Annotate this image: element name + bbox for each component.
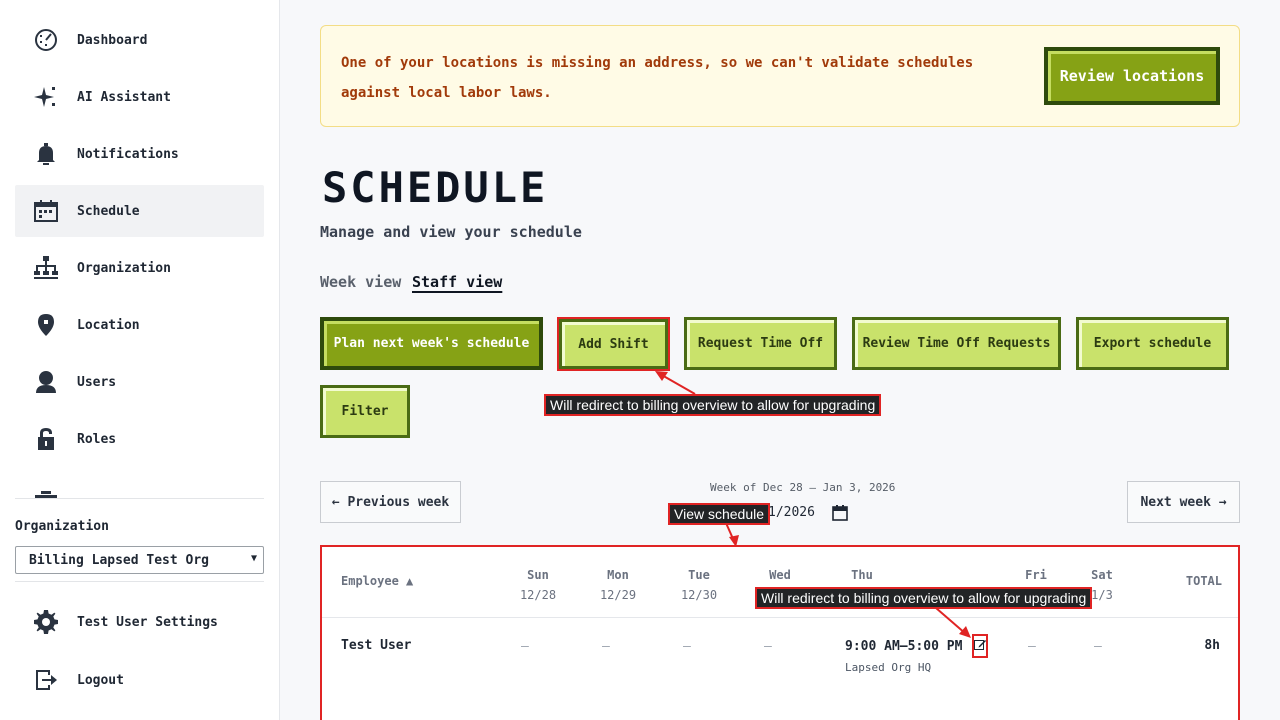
sidebar-item-organization[interactable]: Organization — [15, 242, 264, 294]
sidebar-item-label: Dashboard — [77, 32, 148, 48]
day-header-fri: Fri — [1016, 565, 1056, 585]
logout-label: Logout — [77, 672, 124, 688]
chevron-down-icon: ▼ — [250, 553, 257, 564]
org-select[interactable]: Billing Lapsed Test Org ▼ — [15, 546, 264, 574]
calendar-icon — [31, 196, 61, 226]
schedule-table: Employee ▲ Sun 12/28 Mon 12/29 Tue 12/30 We… — [320, 545, 1240, 720]
sidebar-item-users[interactable]: Users — [15, 356, 264, 408]
day-name: Fri — [1025, 568, 1047, 582]
filter-button[interactable]: Filter — [320, 385, 410, 438]
empty-shift-fri[interactable]: – — [1028, 639, 1036, 654]
review-locations-button[interactable]: Review locations — [1044, 47, 1220, 105]
day-name: Tue — [688, 568, 710, 582]
settings-label: Test User Settings — [77, 614, 218, 630]
edit-icon — [974, 640, 986, 650]
gear-icon — [31, 607, 61, 637]
day-date: 12/28 — [519, 588, 557, 602]
sidebar-divider — [15, 498, 264, 499]
sidebar-item-label: Schedule — [77, 203, 140, 219]
shift-time[interactable]: 9:00 AM–5:00 PM — [845, 639, 962, 654]
org-select-value: Billing Lapsed Test Org — [29, 552, 210, 568]
missing-address-banner: One of your locations is missing an addr… — [320, 25, 1240, 127]
add-shift-highlight — [557, 317, 670, 371]
bell-icon — [31, 139, 61, 169]
empty-shift-sat[interactable]: – — [1094, 639, 1102, 654]
day-name: Thu — [851, 568, 873, 582]
sidebar-nav: Dashboard AI Assistant Notifications Sch… — [15, 14, 264, 470]
user-settings-link[interactable]: Test User Settings — [15, 598, 264, 646]
previous-week-button[interactable]: ← Previous week — [320, 481, 461, 523]
view-schedule-annotation: View schedule — [668, 503, 771, 525]
day-date: 12/29 — [599, 588, 637, 602]
next-week-button[interactable]: Next week → — [1127, 481, 1240, 523]
empty-shift-tue[interactable]: – — [683, 639, 691, 654]
sidebar-item-label: Users — [77, 374, 117, 390]
user-icon — [31, 367, 61, 397]
day-name: Wed — [769, 568, 791, 582]
org-label: Organization — [15, 519, 109, 534]
map-pin-icon — [31, 310, 61, 340]
sidebar-item-label: Notifications — [77, 146, 179, 162]
banner-message: One of your locations is missing an addr… — [341, 55, 974, 101]
partial-nav-icon — [33, 487, 59, 498]
sidebar-item-schedule[interactable]: Schedule — [15, 185, 264, 237]
sidebar-item-label: Organization — [77, 260, 171, 276]
dashboard-icon — [31, 25, 61, 55]
sidebar: Dashboard AI Assistant Notifications Sch… — [0, 0, 280, 720]
week-range-label: Week of Dec 28 – Jan 3, 2026 — [710, 481, 896, 494]
calendar-picker-icon[interactable] — [832, 505, 848, 521]
day-name: Sat — [1091, 568, 1113, 582]
row-divider — [322, 617, 1238, 618]
plan-next-week-button[interactable]: Plan next week's schedule — [320, 317, 543, 370]
employee-total: 8h — [1204, 638, 1220, 653]
day-date: 12/30 — [680, 588, 718, 602]
day-header-mon: Mon 12/29 — [598, 565, 638, 605]
sidebar-item-roles[interactable]: Roles — [15, 413, 264, 465]
tab-staff-view[interactable]: Staff view — [412, 273, 502, 291]
sidebar-item-label: Roles — [77, 431, 117, 447]
add-shift-annotation: Will redirect to billing overview to all… — [544, 394, 882, 416]
day-name: Mon — [607, 568, 629, 582]
tab-week-view[interactable]: Week view — [320, 273, 401, 291]
week-date-input[interactable]: 1/2026 — [768, 505, 815, 520]
day-header-tue: Tue 12/30 — [679, 565, 719, 605]
sparkle-icon — [31, 82, 61, 112]
shift-location: Lapsed Org HQ — [845, 661, 932, 674]
org-chart-icon — [31, 253, 61, 283]
empty-shift-sun[interactable]: – — [521, 639, 529, 654]
total-column-header: TOTAL — [1185, 574, 1222, 588]
sidebar-item-dashboard[interactable]: Dashboard — [15, 14, 264, 66]
export-schedule-button[interactable]: Export schedule — [1076, 317, 1229, 370]
edit-shift-annotation: Will redirect to billing overview to all… — [755, 587, 1093, 609]
empty-shift-wed[interactable]: – — [764, 639, 772, 654]
sidebar-item-location[interactable]: Location — [15, 299, 264, 351]
logout-icon — [31, 665, 61, 695]
review-time-off-button[interactable]: Review Time Off Requests — [852, 317, 1061, 370]
sidebar-item-notifications[interactable]: Notifications — [15, 128, 264, 180]
logout-link[interactable]: Logout — [15, 656, 264, 704]
day-name: Sun — [527, 568, 549, 582]
sidebar-item-label: AI Assistant — [77, 89, 171, 105]
sidebar-divider — [15, 581, 264, 582]
request-time-off-button[interactable]: Request Time Off — [684, 317, 837, 370]
day-header-wed: Wed — [760, 565, 800, 585]
empty-shift-mon[interactable]: – — [602, 639, 610, 654]
page-title: SCHEDULE — [322, 163, 549, 212]
edit-shift-button[interactable] — [972, 634, 988, 658]
lock-icon — [31, 424, 61, 454]
day-header-thu: Thu — [842, 565, 882, 585]
employee-name: Test User — [341, 638, 412, 653]
sidebar-item-label: Location — [77, 317, 140, 333]
day-header-sun: Sun 12/28 — [518, 565, 558, 605]
employee-column-header[interactable]: Employee ▲ — [341, 571, 413, 591]
sidebar-item-ai-assistant[interactable]: AI Assistant — [15, 71, 264, 123]
page-subtitle: Manage and view your schedule — [320, 223, 582, 241]
